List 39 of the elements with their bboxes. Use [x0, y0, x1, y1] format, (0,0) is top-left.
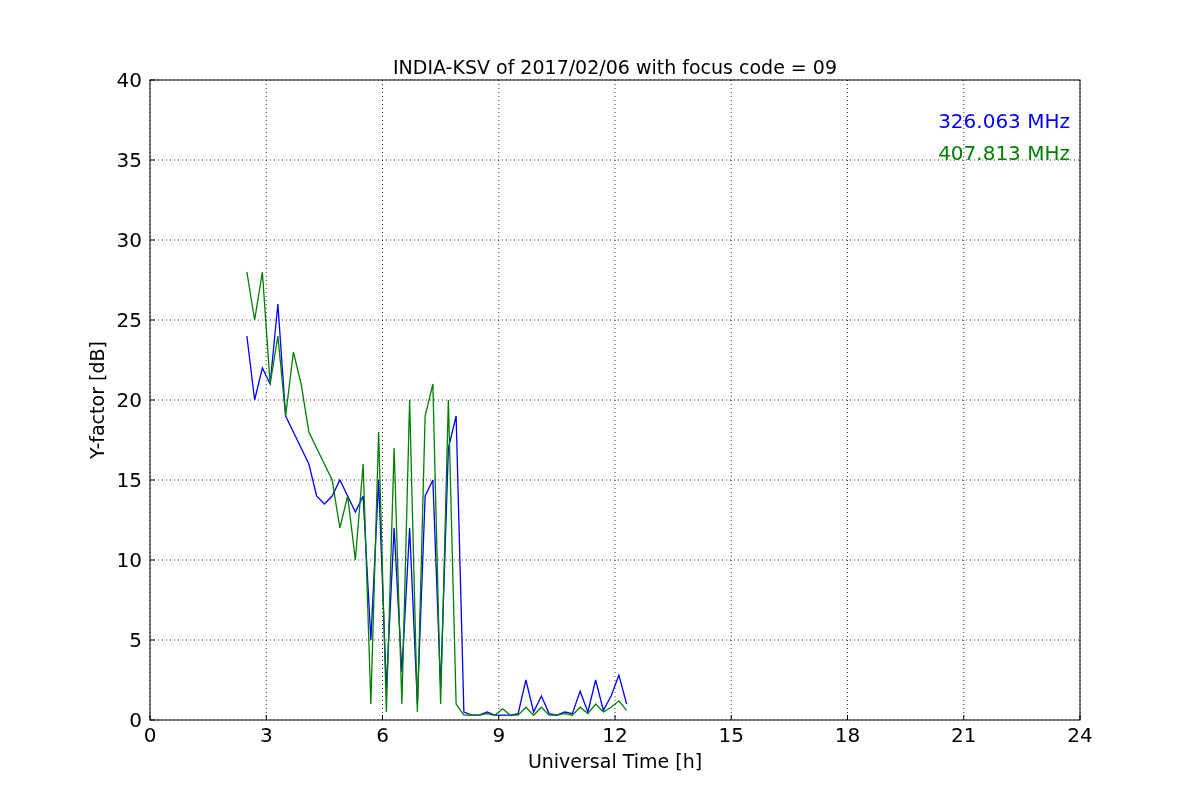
tick-label: 6: [376, 723, 389, 747]
tick-label: 3: [259, 723, 273, 747]
tick-label: 9: [492, 723, 506, 747]
chart-title: INDIA-KSV of 2017/02/06 with focus code = 09: [393, 56, 837, 78]
tick-mark: [265, 714, 267, 721]
tick-label: 40: [116, 68, 142, 92]
axis-label: Universal Time [h]: [527, 750, 703, 772]
tick-label: 15: [718, 723, 744, 747]
tick-mark: [149, 79, 156, 81]
tick-mark: [847, 714, 848, 721]
tick-label: 24: [1067, 723, 1093, 747]
tick-label: 25: [116, 308, 142, 332]
tick-mark: [382, 714, 383, 721]
tick-mark: [730, 714, 732, 721]
tick-mark: [149, 239, 156, 241]
tick-mark: [149, 479, 156, 481]
tick-label: 0: [143, 723, 157, 747]
tick-mark: [149, 399, 156, 401]
tick-label: 30: [116, 228, 142, 252]
tick-label: 35: [116, 148, 142, 172]
tick-label: 18: [834, 723, 861, 747]
tick-mark: [963, 714, 965, 721]
legend-label: 407.813 MHz: [938, 141, 1070, 165]
tick-mark: [149, 319, 156, 321]
legend-label: 326.063 MHz: [938, 109, 1070, 133]
tick-label: 5: [129, 628, 142, 652]
tick-label: 10: [116, 548, 142, 572]
tick-label: 0: [129, 708, 142, 732]
tick-mark: [149, 559, 156, 561]
tick-label: 12: [602, 723, 628, 747]
tick-label: 15: [116, 468, 142, 492]
tick-mark: [149, 639, 156, 641]
tick-mark: [1079, 714, 1081, 721]
tick-mark: [149, 159, 156, 161]
tick-label: 20: [116, 388, 142, 412]
axis-label: Y-factor [dB]: [86, 341, 108, 459]
tick-mark: [614, 714, 616, 721]
tick-mark: [498, 714, 500, 721]
tick-label: 21: [951, 723, 977, 747]
